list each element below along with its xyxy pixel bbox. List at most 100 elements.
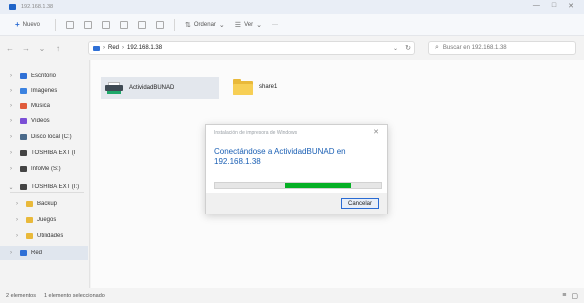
- sort-icon: ⇅: [185, 21, 191, 29]
- address-bar[interactable]: › Red › 192.168.1.38 ⌄ ↻: [88, 41, 415, 55]
- chevron-down-icon[interactable]: ⌄: [6, 184, 16, 191]
- maximize-button[interactable]: □: [552, 2, 556, 10]
- close-window-button[interactable]: ✕: [568, 2, 574, 10]
- chevron-right-icon[interactable]: ›: [6, 150, 16, 156]
- share-icon[interactable]: [138, 20, 147, 29]
- sidebar-item[interactable]: › Vídeos: [0, 114, 90, 128]
- item-count: 2 elementos: [6, 292, 36, 299]
- videos-icon: [20, 118, 27, 124]
- sidebar-item-label: Backup: [37, 201, 58, 207]
- folder-icon: [233, 79, 253, 95]
- sidebar-item-label: Juegos: [37, 217, 57, 223]
- view-icon: ☰: [234, 21, 242, 29]
- toolbar-divider: [55, 18, 57, 31]
- progress-bar: [214, 182, 382, 189]
- chevron-right-icon[interactable]: ›: [6, 88, 16, 94]
- paste-icon[interactable]: [102, 20, 111, 29]
- sidebar-item-label: Música: [31, 103, 51, 109]
- minimize-button[interactable]: —: [533, 2, 540, 10]
- view-switcher: ≡ ▢: [562, 292, 578, 300]
- view-button[interactable]: ☰ Ver ⌄: [235, 21, 262, 29]
- dialog-close-button[interactable]: ✕: [373, 128, 379, 136]
- explorer-icon: [9, 4, 16, 10]
- window-controls: — □ ✕: [533, 2, 574, 10]
- printer-install-dialog: Instalación de impresora de Windows ✕ Co…: [205, 124, 388, 214]
- folder-item-share1[interactable]: share1: [233, 76, 313, 98]
- progress-marquee: [284, 183, 352, 188]
- view-label: Ver: [244, 21, 254, 28]
- cut-icon[interactable]: [66, 20, 75, 29]
- sidebar-item[interactable]: › Red: [0, 246, 88, 260]
- new-button[interactable]: + Nuevo: [10, 18, 45, 31]
- sidebar-item-label: Imágenes: [31, 88, 58, 94]
- chevron-right-icon[interactable]: ›: [12, 233, 22, 239]
- rename-icon[interactable]: [120, 20, 129, 29]
- desktop-icon: [20, 73, 27, 79]
- chevron-right-icon[interactable]: ›: [12, 201, 22, 207]
- forward-button[interactable]: →: [20, 44, 32, 53]
- usb-drive-icon: [20, 184, 27, 190]
- sidebar-item-label: InfoMe (S:): [31, 166, 61, 172]
- chevron-right-icon[interactable]: ›: [6, 73, 16, 79]
- sidebar-item-label: TOSHIBA EXT (I:): [31, 184, 80, 190]
- sidebar-item[interactable]: › InfoMe (S:): [0, 162, 90, 176]
- sidebar-item[interactable]: › Utilidades: [0, 229, 90, 243]
- breadcrumb-ip[interactable]: 192.168.1.38: [127, 45, 162, 51]
- chevron-right-icon[interactable]: ›: [6, 166, 16, 172]
- folder-icon: [26, 201, 33, 207]
- pictures-icon: [20, 88, 27, 94]
- up-button[interactable]: ↑: [52, 44, 64, 53]
- dialog-message: Conectándose a ActividadBUNAD en 192.168…: [214, 147, 346, 166]
- chevron-right-icon[interactable]: ›: [12, 217, 22, 223]
- chevron-right-icon[interactable]: ›: [6, 118, 16, 124]
- chevron-right-icon[interactable]: ›: [6, 103, 16, 109]
- sidebar-item[interactable]: › Imágenes: [0, 84, 90, 98]
- tiles-view-icon[interactable]: ▢: [571, 292, 578, 300]
- folder-icon: [26, 217, 33, 223]
- chevron-down-icon: ⌄: [256, 21, 262, 29]
- navigation-pane: › Escritorio › Imágenes › Música › Vídeos › Disco…: [0, 60, 90, 288]
- sort-button[interactable]: ⇅ Ordenar ⌄: [185, 21, 225, 29]
- delete-icon[interactable]: [156, 20, 165, 29]
- sidebar-item[interactable]: › Música: [0, 99, 90, 113]
- sidebar-item[interactable]: › Backup: [0, 197, 90, 211]
- sidebar-divider: [10, 192, 84, 193]
- sidebar-item[interactable]: › Disco local (C:): [0, 130, 90, 144]
- search-placeholder: Buscar en 192.168.1.38: [442, 45, 507, 51]
- copy-icon[interactable]: [84, 20, 93, 29]
- window-title: 192.168.1.38: [21, 4, 54, 10]
- network-icon: [93, 45, 100, 51]
- breadcrumb-red[interactable]: Red: [108, 45, 119, 51]
- printer-item-actividadbunad[interactable]: ActividadBUNAD: [101, 77, 219, 99]
- sidebar-item-label: Red: [31, 250, 43, 256]
- item-label: ActividadBUNAD: [129, 85, 175, 91]
- sidebar-item-label: Vídeos: [31, 118, 50, 124]
- dialog-footer: Cancelar: [206, 193, 387, 214]
- back-button[interactable]: ←: [4, 44, 16, 53]
- address-history-button[interactable]: ⌄: [393, 45, 398, 52]
- details-view-icon[interactable]: ≡: [562, 292, 566, 300]
- sidebar-item[interactable]: › TOSHIBA EXT (I: [0, 146, 90, 160]
- toolbar-divider: [174, 18, 176, 31]
- chevron-right-icon[interactable]: ›: [6, 134, 16, 140]
- sidebar-item[interactable]: › Juegos: [0, 213, 90, 227]
- refresh-icon[interactable]: ↻: [405, 44, 411, 52]
- recent-locations-button[interactable]: ⌄: [36, 44, 48, 53]
- breadcrumb-separator: ›: [122, 45, 125, 51]
- search-box[interactable]: ⌕ Buscar en 192.168.1.38: [428, 41, 576, 55]
- sidebar-item-label: Disco local (C:): [31, 134, 72, 140]
- cancel-button[interactable]: Cancelar: [341, 198, 379, 209]
- printer-icon: [105, 82, 123, 94]
- chevron-right-icon[interactable]: ›: [6, 250, 16, 256]
- plus-icon: +: [15, 20, 20, 29]
- more-options-button[interactable]: ···: [272, 22, 278, 28]
- network-icon: [20, 250, 27, 256]
- sidebar-item-label: Escritorio: [31, 73, 57, 79]
- sidebar-item-label: TOSHIBA EXT (I: [31, 150, 76, 156]
- usb-drive-icon: [20, 150, 27, 156]
- selection-count: 1 elemento seleccionado: [43, 292, 105, 299]
- sidebar-item[interactable]: › Escritorio: [0, 69, 90, 83]
- folder-icon: [26, 233, 33, 239]
- sort-label: Ordenar: [193, 21, 216, 28]
- new-label: Nuevo: [22, 21, 41, 28]
